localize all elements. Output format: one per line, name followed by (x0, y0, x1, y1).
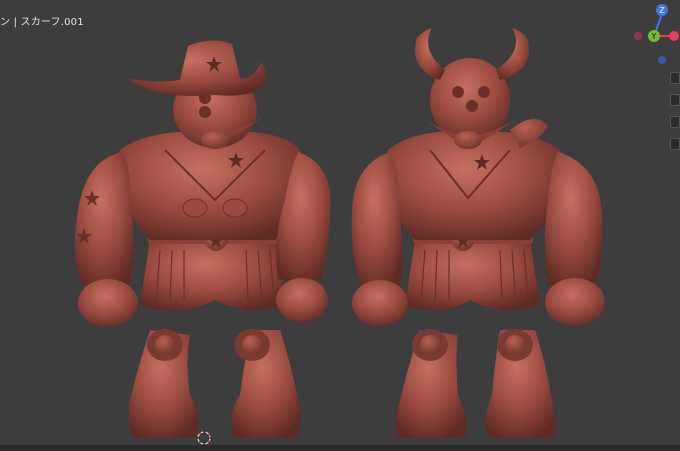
cowboy-figure[interactable] (74, 40, 331, 438)
zoom-icon[interactable] (670, 72, 680, 84)
sculpt-models (74, 28, 605, 438)
axis-neg-z-handle (658, 56, 666, 64)
3d-cursor-icon[interactable] (196, 430, 212, 446)
grid-icon[interactable] (670, 138, 680, 150)
navigation-gizmo[interactable]: Z Y (628, 0, 680, 70)
viewport-side-tools (666, 72, 680, 160)
axis-z-label: Z (659, 6, 665, 15)
axis-x-handle (669, 31, 679, 41)
axis-neg-x-handle (634, 32, 642, 40)
pan-hand-icon[interactable] (670, 94, 680, 106)
3d-viewport[interactable]: ン | スカーフ.001 Z Y (0, 0, 680, 451)
camera-icon[interactable] (670, 116, 680, 128)
status-bar (0, 445, 680, 451)
axis-y-label: Y (651, 32, 657, 41)
horned-figure[interactable] (351, 28, 605, 438)
